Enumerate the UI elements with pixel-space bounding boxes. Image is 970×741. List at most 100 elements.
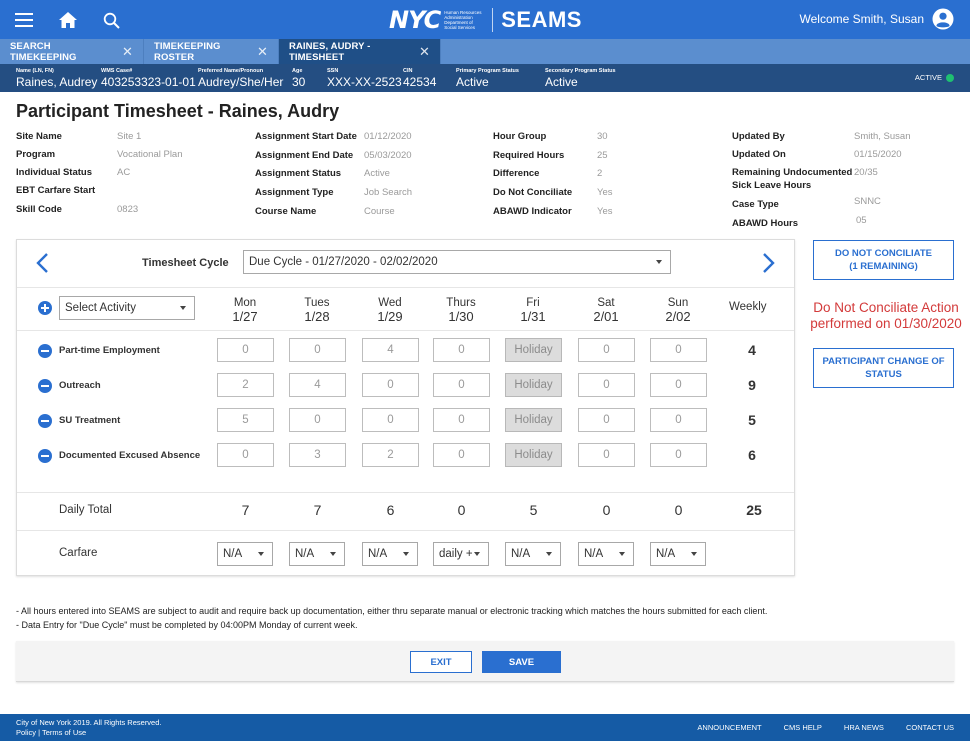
info-primary-program-status: Primary Program Status Active (456, 68, 519, 89)
info-value: Audrey/She/Her (198, 75, 284, 89)
do-not-conciliate-button[interactable]: DO NOT CONCILIATE (1 REMAINING) (813, 240, 954, 280)
footer-link-cms-help[interactable]: CMS HELP (784, 723, 822, 732)
info-label: SSN (327, 68, 339, 74)
hours-input[interactable] (362, 338, 419, 362)
hours-input[interactable] (578, 373, 635, 397)
policy-link[interactable]: Policy (16, 728, 36, 737)
previous-cycle-chevron-icon[interactable] (34, 252, 52, 274)
timesheet-cycle-select[interactable]: Due Cycle - 01/27/2020 - 02/02/2020 (243, 250, 671, 274)
logo-divider (492, 8, 494, 32)
user-account-icon[interactable] (932, 8, 954, 30)
carfare-select[interactable]: N/A (217, 542, 273, 566)
tab-label: SEARCH TIMEKEEPING (10, 40, 77, 63)
hours-input[interactable] (433, 443, 490, 467)
detail-label: Assignment End Date (255, 150, 354, 161)
carfare-select[interactable]: N/A (362, 542, 418, 566)
detail-label: Required Hours (493, 150, 565, 161)
carfare-select[interactable]: N/A (505, 542, 561, 566)
hamburger-menu-icon[interactable] (12, 8, 36, 32)
close-icon[interactable]: ✕ (122, 44, 133, 60)
detail-label: ABAWD Indicator (493, 206, 572, 217)
hours-input[interactable] (217, 408, 274, 432)
tab-search-timekeeping[interactable]: SEARCH TIMEKEEPING ✕ (0, 39, 144, 64)
daily-total-value: 7 (313, 502, 322, 518)
remove-activity-icon[interactable] (38, 344, 52, 358)
footer-link-announcement[interactable]: ANNOUNCEMENT (697, 723, 761, 732)
hours-input[interactable] (578, 338, 635, 362)
home-icon[interactable] (56, 8, 80, 32)
welcome-text: Welcome Smith, Susan (799, 12, 925, 26)
select-activity-placeholder: Select Activity (65, 302, 136, 314)
hours-input[interactable] (289, 373, 346, 397)
hours-input[interactable] (362, 408, 419, 432)
remove-activity-icon[interactable] (38, 449, 52, 463)
hours-input[interactable] (650, 443, 707, 467)
info-value: Active (545, 75, 578, 89)
info-preferred-name: Preferred Name/Pronoun Audrey/She/Her (198, 68, 283, 89)
hours-input[interactable] (217, 443, 274, 467)
remove-activity-icon[interactable] (38, 414, 52, 428)
terms-of-use-link[interactable]: Terms of Use (42, 728, 86, 737)
hours-input[interactable] (578, 408, 635, 432)
hours-input[interactable] (650, 373, 707, 397)
hours-input (505, 373, 562, 397)
detail-value: SNNC (854, 196, 881, 207)
hours-input[interactable] (217, 338, 274, 362)
hours-input[interactable] (362, 443, 419, 467)
add-activity-icon[interactable] (38, 301, 52, 315)
day-column-header: Fri 1/31 (503, 296, 563, 324)
hours-input[interactable] (289, 443, 346, 467)
daily-total-label: Daily Total (59, 504, 112, 516)
participant-info-bar: Name (LN, FN) Raines, Audrey WMS Case# 403… (0, 64, 970, 92)
tab-raines-audry-timesheet[interactable]: RAINES, AUDRY - TIMESHEET ✕ (279, 39, 441, 64)
hours-input[interactable] (217, 373, 274, 397)
day-name: Sat (597, 297, 615, 309)
hours-input[interactable] (433, 373, 490, 397)
footer: City of New York 2019. All Rights Reserv… (0, 714, 970, 741)
app-name: SEAMS (501, 7, 582, 32)
select-activity-dropdown[interactable]: Select Activity (59, 296, 195, 320)
hours-input[interactable] (362, 373, 419, 397)
day-date: 2/01 (593, 309, 619, 324)
carfare-value: N/A (584, 548, 604, 560)
search-icon[interactable] (99, 8, 123, 32)
remove-activity-icon[interactable] (38, 379, 52, 393)
info-label: Preferred Name/Pronoun (198, 68, 264, 74)
chevron-down-icon (258, 552, 264, 556)
divider (17, 330, 794, 331)
info-label: Primary Program Status (456, 68, 519, 74)
hours-input[interactable] (289, 408, 346, 432)
day-name: Tues (304, 297, 330, 309)
hours-input[interactable] (650, 338, 707, 362)
footer-link-hra-news[interactable]: HRA NEWS (844, 723, 884, 732)
info-label: WMS Case# (101, 68, 133, 74)
next-cycle-chevron-icon[interactable] (759, 252, 777, 274)
save-button[interactable]: SAVE (482, 651, 561, 673)
divider (17, 492, 794, 493)
participant-change-of-status-button[interactable]: PARTICIPANT CHANGE OF STATUS (813, 348, 954, 388)
detail-label: Assignment Status (255, 168, 342, 179)
carfare-select[interactable]: N/A (289, 542, 345, 566)
info-cin: CIN 42534 (403, 68, 436, 89)
info-label: CIN (403, 68, 413, 74)
detail-value: 01/15/2020 (854, 149, 902, 160)
info-value: 42534 (403, 75, 437, 89)
hours-input[interactable] (650, 408, 707, 432)
close-icon[interactable]: ✕ (419, 44, 430, 60)
carfare-select[interactable]: N/A (650, 542, 706, 566)
exit-button[interactable]: EXIT (410, 651, 472, 673)
hours-input[interactable] (433, 338, 490, 362)
chevron-down-icon (619, 552, 625, 556)
hours-input[interactable] (578, 443, 635, 467)
hours-input[interactable] (433, 408, 490, 432)
detail-label: ABAWD Hours (732, 218, 798, 229)
button-label: PARTICIPANT CHANGE OF (822, 356, 945, 367)
tab-timekeeping-roster[interactable]: TIMEKEEPING ROSTER ✕ (144, 39, 279, 64)
close-icon[interactable]: ✕ (257, 44, 268, 60)
carfare-select[interactable]: N/A (578, 542, 634, 566)
footer-link-contact-us[interactable]: CONTACT US (906, 723, 954, 732)
hours-input[interactable] (289, 338, 346, 362)
detail-value: Active (364, 168, 390, 179)
activity-weekly-total: 6 (748, 447, 756, 463)
carfare-select[interactable]: daily + (433, 542, 489, 566)
